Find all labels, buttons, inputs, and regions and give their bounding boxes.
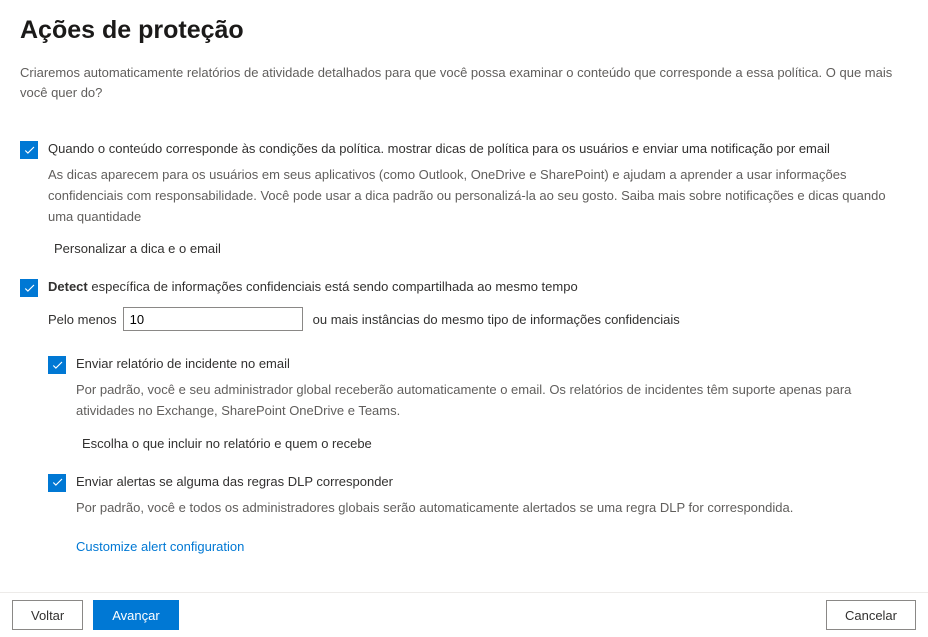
checkmark-icon [51,359,64,372]
checkmark-icon [23,282,36,295]
label-detect-bold: Detect [48,279,88,294]
checkmark-icon [23,144,36,157]
next-button[interactable]: Avançar [93,600,178,630]
checkbox-send-alerts[interactable] [48,474,66,492]
footer-bar: Voltar Avançar Cancelar [0,592,928,637]
desc-incident-report: Por padrão, você e seu administrador glo… [76,380,908,422]
atleast-prefix: Pelo menos [48,312,117,327]
link-customize-tip[interactable]: Personalizar a dica e o email [54,241,908,256]
cancel-button[interactable]: Cancelar [826,600,916,630]
atleast-suffix: ou mais instâncias do mesmo tipo de info… [313,312,680,327]
checkbox-incident-report[interactable] [48,356,66,374]
page-title: Ações de proteção [20,16,908,45]
desc-send-alerts: Por padrão, você e todos os administrado… [76,498,908,519]
label-incident-report: Enviar relatório de incidente no email [76,355,290,373]
checkmark-icon [51,476,64,489]
link-customize-alert[interactable]: Customize alert configuration [76,539,908,554]
checkbox-detect[interactable] [20,279,38,297]
label-detect: Detect específica de informações confide… [48,278,578,296]
instance-count-input[interactable] [123,307,303,331]
label-send-alerts: Enviar alertas se alguma das regras DLP … [76,473,393,491]
label-policy-tips: Quando o conteúdo corresponde às condiçõ… [48,140,830,158]
back-button[interactable]: Voltar [12,600,83,630]
page-description: Criaremos automaticamente relatórios de … [20,63,908,102]
label-detect-rest: específica de informações confidenciais … [88,279,578,294]
desc-policy-tips: As dicas aparecem para os usuários em se… [48,165,908,227]
checkbox-policy-tips[interactable] [20,141,38,159]
link-report-config[interactable]: Escolha o que incluir no relatório e que… [82,436,908,451]
